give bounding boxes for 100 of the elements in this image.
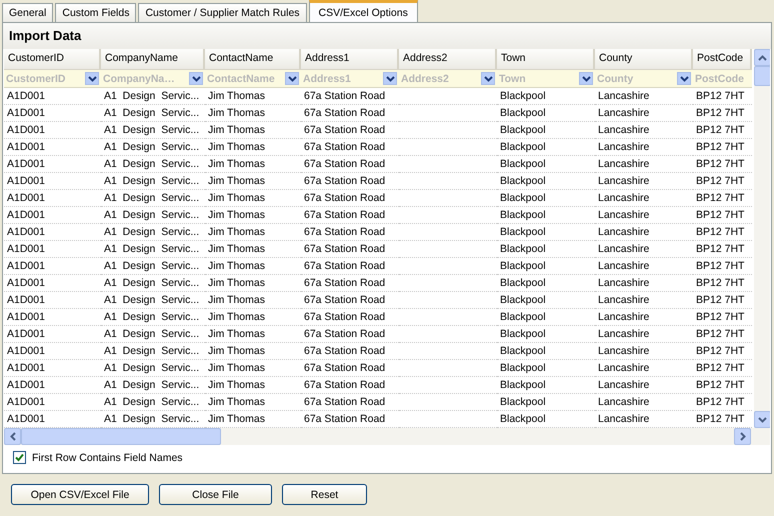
table-cell: A1D001 [4, 309, 101, 326]
column-header[interactable]: Town [497, 49, 595, 70]
table-cell: 67a Station Road [301, 241, 399, 258]
table-cell: BP12 7HT [693, 156, 752, 173]
dropdown-button[interactable] [579, 72, 593, 85]
table-cell: Blackpool [497, 377, 595, 394]
table-cell: A1D001 [4, 241, 101, 258]
table-cell: A1D001 [4, 326, 101, 343]
table-cell: Blackpool [497, 105, 595, 122]
table-cell: BP12 7HT [693, 343, 752, 360]
chevron-down-icon [288, 76, 296, 82]
table-cell: A1D001 [4, 105, 101, 122]
table-cell: Blackpool [497, 343, 595, 360]
column-header[interactable]: County [595, 49, 693, 70]
column-header[interactable]: ContactName [205, 49, 301, 70]
table-cell: A1D001 [4, 275, 101, 292]
checkbox[interactable] [13, 451, 26, 464]
table-cell: A1D001 [4, 343, 101, 360]
checkmark-icon [15, 453, 24, 462]
dropdown-button[interactable] [383, 72, 397, 85]
scroll-thumb[interactable] [754, 66, 770, 86]
table-cell: A1 Design Servic... [101, 190, 205, 207]
table-cell: Jim Thomas [205, 207, 301, 224]
chevron-up-icon [758, 54, 767, 60]
table-cell: BP12 7HT [693, 190, 752, 207]
table-cell: Blackpool [497, 156, 595, 173]
tab[interactable]: Customer / Supplier Match Rules [138, 3, 307, 22]
table-cell: Lancashire [595, 360, 693, 377]
chevron-left-icon [10, 432, 16, 441]
dropdown-button[interactable] [481, 72, 495, 85]
column-header[interactable]: CustomerID [4, 49, 101, 70]
scroll-right-button[interactable] [734, 428, 751, 445]
chevron-down-icon [582, 76, 590, 82]
table-cell: 67a Station Road [301, 190, 399, 207]
horizontal-scrollbar[interactable] [4, 428, 770, 445]
table-cell: A1 Design Servic... [101, 292, 205, 309]
tab[interactable]: CSV/Excel Options [308, 0, 418, 22]
scroll-left-button[interactable] [4, 428, 21, 445]
table-cell: A1 Design Servic... [101, 377, 205, 394]
table-cell: BP12 7HT [693, 258, 752, 275]
table-cell: A1 Design Servic... [101, 326, 205, 343]
chevron-down-icon [88, 76, 96, 82]
table-cell: Jim Thomas [205, 122, 301, 139]
column-header[interactable]: PostCode [693, 49, 752, 70]
table-cell: Jim Thomas [205, 360, 301, 377]
chevron-down-icon [386, 76, 394, 82]
button[interactable]: Close File [159, 484, 272, 505]
table-cell: A1 Design Servic... [101, 275, 205, 292]
table-cell: A1D001 [4, 207, 101, 224]
table-cell: Jim Thomas [205, 275, 301, 292]
table-cell: 67a Station Road [301, 156, 399, 173]
table-cell: A1 Design Servic... [101, 173, 205, 190]
table-cell: A1 Design Servic... [101, 343, 205, 360]
tab[interactable]: General [2, 3, 54, 22]
table-cell: Lancashire [595, 173, 693, 190]
table-cell: A1 Design Servic... [101, 309, 205, 326]
table-cell: Lancashire [595, 241, 693, 258]
table-cell: Blackpool [497, 207, 595, 224]
table-cell: Lancashire [595, 275, 693, 292]
button[interactable]: Open CSV/Excel File [11, 484, 149, 505]
table-cell: Blackpool [497, 190, 595, 207]
table-cell: A1D001 [4, 88, 101, 105]
table-cell: Lancashire [595, 309, 693, 326]
table-cell: Jim Thomas [205, 309, 301, 326]
column-header[interactable]: Address2 [399, 49, 497, 70]
table-cell: Lancashire [595, 377, 693, 394]
scroll-thumb[interactable] [21, 428, 221, 445]
table-cell: Blackpool [497, 275, 595, 292]
table-cell: Blackpool [497, 241, 595, 258]
table-cell: 67a Station Road [301, 224, 399, 241]
table-cell: Jim Thomas [205, 173, 301, 190]
table-cell: A1D001 [4, 360, 101, 377]
table-cell: Blackpool [497, 224, 595, 241]
table-cell: BP12 7HT [693, 122, 752, 139]
table-cell: Blackpool [497, 173, 595, 190]
vertical-scrollbar[interactable] [754, 49, 770, 428]
table-cell: Jim Thomas [205, 292, 301, 309]
tab[interactable]: Custom Fields [55, 3, 136, 22]
table-cell: A1D001 [4, 156, 101, 173]
button[interactable]: Reset [282, 484, 367, 505]
dropdown-button[interactable] [85, 72, 99, 85]
table-cell: A1 Design Servic... [101, 156, 205, 173]
dropdown-button[interactable] [189, 72, 203, 85]
table-cell: BP12 7HT [693, 105, 752, 122]
scroll-up-button[interactable] [754, 49, 770, 66]
column-header[interactable]: CompanyName [101, 49, 205, 70]
column-header[interactable]: Address1 [301, 49, 399, 70]
table-cell: Jim Thomas [205, 105, 301, 122]
scroll-down-button[interactable] [754, 411, 770, 428]
table-cell: A1D001 [4, 377, 101, 394]
table-cell: Lancashire [595, 394, 693, 411]
chevron-down-icon [680, 76, 688, 82]
table-cell: BP12 7HT [693, 173, 752, 190]
table-cell: A1D001 [4, 190, 101, 207]
table-cell: Blackpool [497, 309, 595, 326]
dropdown-button[interactable] [285, 72, 299, 85]
dropdown-button[interactable] [677, 72, 691, 85]
table-cell: Lancashire [595, 122, 693, 139]
table-cell: A1 Design Servic... [101, 207, 205, 224]
table-cell: 67a Station Road [301, 292, 399, 309]
